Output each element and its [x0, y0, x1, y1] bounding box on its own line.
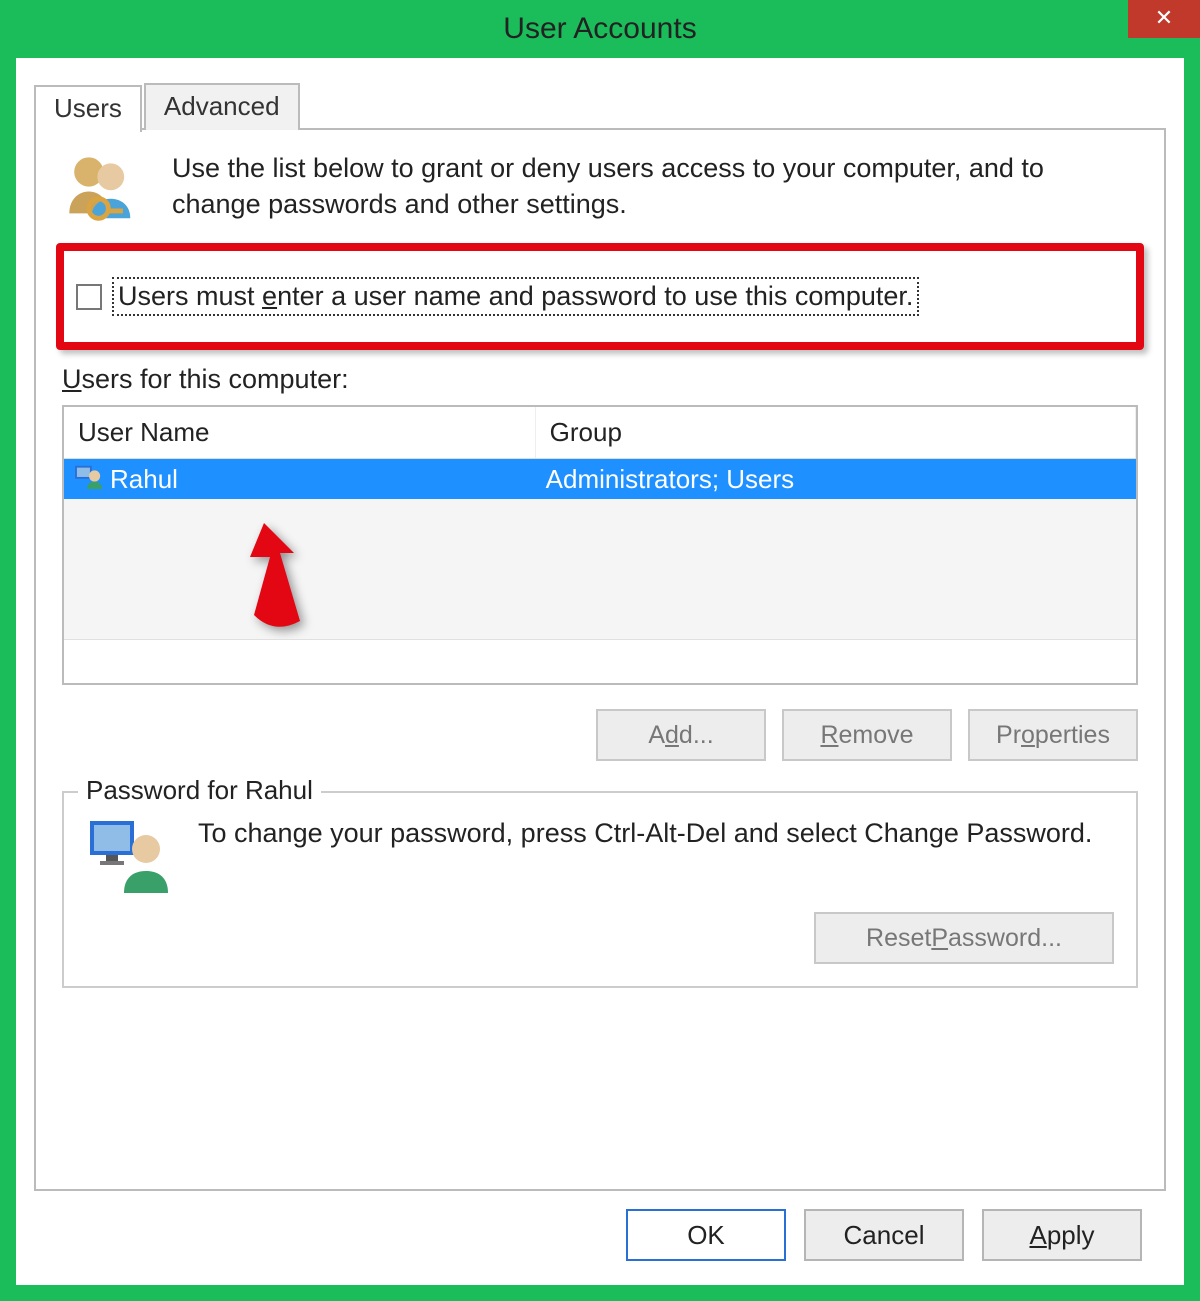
listview-footer-strip	[64, 639, 1136, 683]
tab-users[interactable]: Users	[34, 85, 142, 132]
dialog-content: Users Advanced Use the lis	[16, 58, 1184, 1285]
listview-header: User Name Group	[64, 407, 1136, 459]
dialog-buttons-row: OK Cancel Apply	[34, 1191, 1166, 1269]
window-frame: User Accounts ✕ Users Advanced	[0, 0, 1200, 1301]
titlebar: User Accounts ✕	[0, 0, 1200, 58]
users-icon	[62, 150, 146, 233]
password-fieldset-legend: Password for Rahul	[78, 775, 321, 806]
close-icon: ✕	[1155, 5, 1173, 31]
require-login-checkbox-wrapper[interactable]: Users must enter a user name and passwor…	[76, 277, 919, 316]
close-button[interactable]: ✕	[1128, 0, 1200, 38]
apply-button[interactable]: Apply	[982, 1209, 1142, 1261]
remove-button[interactable]: Remove	[782, 709, 952, 761]
require-login-checkbox[interactable]	[76, 284, 102, 310]
row-group: Administrators; Users	[536, 460, 1136, 499]
user-buttons-row: Add... Remove Properties	[62, 709, 1138, 761]
column-group[interactable]: Group	[536, 407, 1136, 458]
user-row-icon	[74, 463, 104, 496]
require-login-label: Users must enter a user name and passwor…	[112, 277, 919, 316]
users-list-label: Users for this computer:	[62, 364, 1138, 395]
listview-body: Rahul Administrators; Users	[64, 459, 1136, 683]
tab-users-label: Users	[54, 93, 122, 123]
tab-panel-users: Use the list below to grant or deny user…	[34, 128, 1166, 1191]
column-username[interactable]: User Name	[64, 407, 536, 458]
cancel-button[interactable]: Cancel	[804, 1209, 964, 1261]
password-instruction-text: To change your password, press Ctrl-Alt-…	[198, 815, 1114, 851]
row-username: Rahul	[110, 464, 178, 495]
tab-strip: Users Advanced	[34, 82, 1166, 130]
tab-advanced[interactable]: Advanced	[144, 83, 300, 130]
properties-button[interactable]: Properties	[968, 709, 1138, 761]
user-monitor-icon	[86, 815, 172, 898]
users-listview[interactable]: User Name Group	[62, 405, 1138, 685]
ok-button[interactable]: OK	[626, 1209, 786, 1261]
password-fieldset: Password for Rahul To change your passwo…	[62, 791, 1138, 988]
add-button[interactable]: Add...	[596, 709, 766, 761]
annotation-highlight: Users must enter a user name and passwor…	[56, 243, 1144, 350]
annotation-arrow-icon	[224, 517, 324, 642]
table-row[interactable]: Rahul Administrators; Users	[64, 459, 1136, 499]
tab-advanced-label: Advanced	[164, 91, 280, 121]
intro-text: Use the list below to grant or deny user…	[172, 150, 1138, 223]
reset-password-button[interactable]: Reset Password...	[814, 912, 1114, 964]
window-title: User Accounts	[503, 12, 696, 46]
